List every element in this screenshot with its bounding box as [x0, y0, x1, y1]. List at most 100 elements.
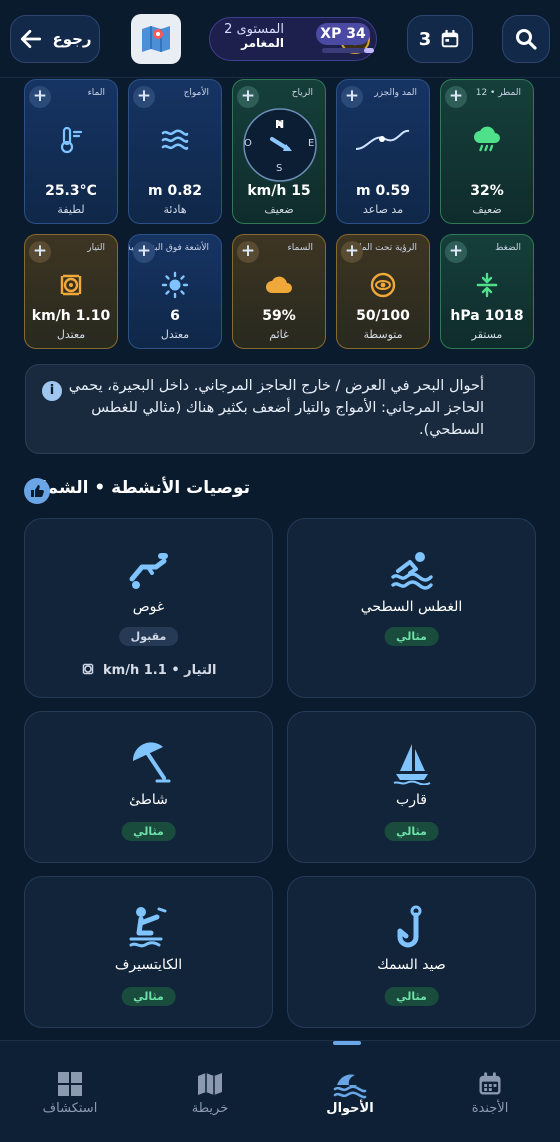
activity-card-kitesurf[interactable]: الكايتسيرف مثالي	[24, 876, 273, 1028]
card-value: 0.59 m	[355, 183, 410, 199]
card-value: 32%	[470, 183, 504, 199]
waves-icon	[333, 1074, 367, 1099]
activity-card-diving[interactable]: غوص مقبول التيار • 1.1 km/h	[24, 518, 273, 698]
activity-card-beach[interactable]: شاطئ مثالي	[24, 711, 273, 863]
water-temp-card[interactable]: الماء + 25.3°C لطيفة	[24, 79, 118, 224]
card-value: 50/100	[356, 308, 410, 324]
add-icon[interactable]: +	[29, 241, 51, 263]
activity-card-snorkeling[interactable]: الغطس السطحي مثالي	[287, 518, 536, 698]
card-status: لطيفة	[57, 203, 85, 216]
level-badge[interactable]: 34 XP المستوى 2 المغامر	[209, 17, 377, 61]
add-icon[interactable]: +	[237, 86, 259, 108]
card-title: الأمواج	[183, 88, 209, 98]
card-value: 1018 hPa	[450, 308, 524, 324]
nav-item-agenda[interactable]: الأجندة	[440, 1067, 540, 1116]
card-value: 15 km/h	[247, 183, 311, 199]
card-title: السماء	[287, 243, 313, 253]
card-status: معتدل	[56, 328, 86, 341]
nav-item-map[interactable]: خريطة	[160, 1067, 260, 1116]
wind-compass-icon: N E S O	[241, 106, 319, 184]
fishhook-icon	[397, 905, 421, 948]
activity-name: صيد السمك	[377, 957, 446, 973]
search-icon	[516, 29, 537, 50]
status-badge: مقبول	[118, 627, 179, 646]
activity-card-boat[interactable]: قارب مثالي	[287, 711, 536, 863]
nav-label: خريطة	[191, 1101, 229, 1116]
pressure-card[interactable]: الضغط + 1018 hPa مستقر	[440, 234, 534, 349]
activity-name: غوص	[132, 599, 165, 615]
umbrella-icon	[132, 742, 170, 783]
section-title: توصيات الأنشطة • الشمال	[26, 478, 250, 498]
xp-progress-bar	[322, 48, 374, 53]
add-icon[interactable]: +	[341, 86, 363, 108]
calendar-count: 3	[418, 28, 432, 50]
current-detail-text: التيار • 1.1 km/h	[103, 663, 217, 678]
activity-card-fishing[interactable]: صيد السمك مثالي	[287, 876, 536, 1028]
add-icon[interactable]: +	[133, 86, 155, 108]
back-button[interactable]: رجوع	[10, 15, 100, 63]
cloud-icon	[266, 276, 292, 293]
add-icon[interactable]: +	[445, 86, 467, 108]
card-status: ضعيف	[472, 203, 502, 216]
tide-card[interactable]: المد والجزر + 0.59 m مد صاعد	[336, 79, 430, 224]
rank-label: المغامر	[241, 35, 284, 50]
grid-icon	[58, 1072, 82, 1096]
card-status: ضعيف	[264, 203, 294, 216]
status-badge: مثالي	[121, 987, 176, 1006]
card-title: الماء	[87, 88, 105, 98]
card-value: 0.82 m	[147, 183, 202, 199]
waves-icon	[161, 129, 189, 150]
calendar-button[interactable]: 3	[407, 15, 473, 63]
card-title: التيار	[87, 243, 105, 253]
card-value: 6	[170, 308, 180, 324]
card-value: 59%	[262, 308, 296, 324]
nav-item-explore[interactable]: استكشاف	[20, 1067, 120, 1116]
arrow-left-icon	[21, 30, 42, 48]
card-status: هادئة	[163, 203, 187, 216]
top-bar: رجوع 34 XP المستوى 2 المغامر 3	[0, 0, 560, 78]
wind-card[interactable]: الرياح + N E S O 15 km/h ضعيف	[232, 79, 326, 224]
status-badge: مثالي	[384, 822, 439, 841]
add-icon[interactable]: +	[29, 86, 51, 108]
add-icon[interactable]: +	[445, 241, 467, 263]
info-icon: i	[42, 381, 62, 401]
tide-curve-icon	[355, 129, 410, 150]
nav-label: الأحوال	[326, 1101, 374, 1116]
card-title: الضغط	[495, 243, 521, 253]
nav-label: استكشاف	[42, 1101, 98, 1116]
search-button[interactable]	[502, 15, 550, 63]
calendar-icon	[442, 29, 459, 48]
card-status: غائم	[269, 328, 289, 341]
current-card[interactable]: التيار + 1.10 km/h معتدل	[24, 234, 118, 349]
add-icon[interactable]: +	[133, 241, 155, 263]
card-value: 1.10 km/h	[31, 308, 111, 324]
nav-item-conditions[interactable]: الأحوال	[300, 1067, 400, 1116]
add-icon[interactable]: +	[341, 241, 363, 263]
card-title: الرؤية تحت الماء	[354, 243, 417, 253]
active-tab-indicator	[333, 1041, 361, 1045]
add-icon[interactable]: +	[237, 241, 259, 263]
card-title: الرياح	[291, 88, 313, 98]
swimmer-icon	[390, 552, 433, 590]
back-label: رجوع	[52, 30, 92, 48]
card-status: متوسطة	[363, 328, 403, 341]
visibility-card[interactable]: الرؤية تحت الماء + 50/100 متوسطة	[336, 234, 430, 349]
activity-detail: التيار • 1.1 km/h	[25, 662, 272, 678]
uv-card[interactable]: الأشعة فوق البنفسجية + 6 معتدل	[128, 234, 222, 349]
waves-card[interactable]: الأمواج + 0.82 m هادئة	[128, 79, 222, 224]
info-notice: i أحوال البحر في العرض / خارج الحاجز الم…	[25, 364, 535, 454]
card-title: المطر • 12	[475, 88, 521, 98]
current-icon	[82, 663, 93, 675]
rain-card[interactable]: المطر • 12 + 32% ضعيف	[440, 79, 534, 224]
sky-card[interactable]: السماء + 59% غائم	[232, 234, 326, 349]
thermometer-icon	[60, 126, 83, 154]
nav-label: الأجندة	[471, 1101, 509, 1116]
info-text: أحوال البحر في العرض / خارج الحاجز المرج…	[68, 378, 484, 438]
xp-counter: 34 XP	[316, 23, 370, 45]
app-logo[interactable]	[131, 14, 181, 64]
card-value: 25.3°C	[45, 183, 97, 199]
eye-icon	[370, 272, 396, 298]
status-badge: مثالي	[384, 627, 439, 646]
pressure-icon	[476, 272, 498, 298]
kitesurf-icon	[129, 907, 166, 948]
